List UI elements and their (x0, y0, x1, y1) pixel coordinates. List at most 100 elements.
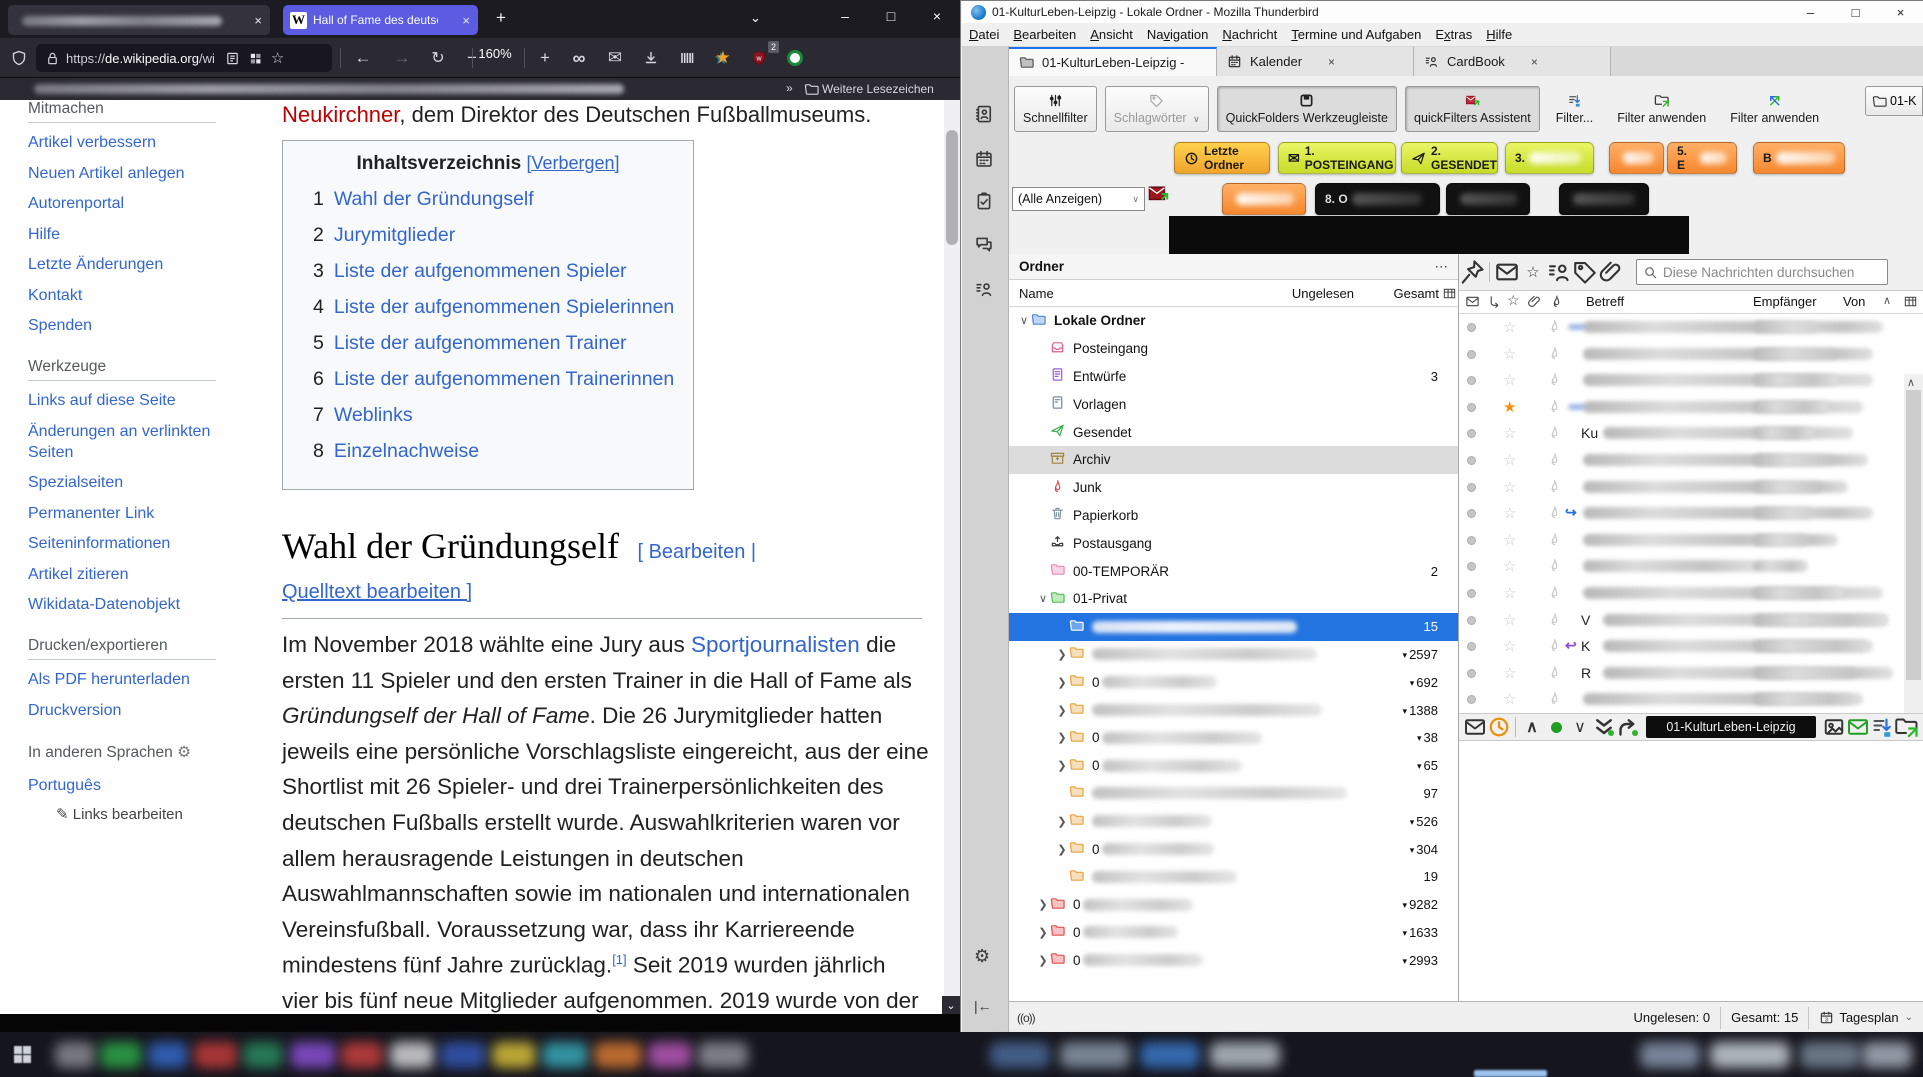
column-attachment-icon[interactable] (1527, 294, 1542, 309)
message-row[interactable]: ☆R (1459, 660, 1904, 687)
star-icon[interactable]: ☆ (1503, 637, 1516, 655)
quickfolders-corner-button[interactable]: 01-K (1865, 86, 1923, 116)
quickfilter-clip-button[interactable] (1598, 260, 1624, 284)
quickfolder-tab-letzte-ordner[interactable]: Letzte Ordner (1174, 142, 1270, 174)
sidebar-link[interactable]: Als PDF herunterladen (28, 669, 228, 690)
read-indicator-icon[interactable] (1467, 695, 1476, 704)
star-icon[interactable]: ☆ (1503, 584, 1516, 602)
read-indicator-icon[interactable] (1467, 350, 1476, 359)
toc-link[interactable]: Einzelnachweise (334, 440, 479, 462)
toc-link[interactable]: Liste der aufgenommenen Trainer (334, 332, 627, 354)
recent-folders-icon[interactable] (1487, 716, 1511, 738)
edit-section-link[interactable]: [ Bearbeiten | (637, 541, 756, 563)
folder-row-redacted[interactable]: ❯0▾9282 (1009, 891, 1458, 919)
highlights-grid-icon[interactable] (248, 51, 263, 66)
star-icon[interactable]: ☆ (1503, 371, 1516, 389)
junk-icon[interactable] (1547, 585, 1562, 600)
star-icon[interactable]: ★ (1503, 398, 1516, 416)
expander-icon[interactable]: ❯ (1036, 898, 1050, 911)
sidebar-link[interactable]: Links auf diese Seite (28, 390, 228, 411)
sidebar-link[interactable]: Änderungen an verlinkten Seiten (28, 421, 228, 463)
column-junk-icon[interactable] (1549, 294, 1564, 309)
read-indicator-icon[interactable] (1467, 403, 1476, 412)
expander-icon[interactable]: ❯ (1036, 954, 1050, 967)
expander-icon[interactable]: ∨ (1017, 314, 1031, 327)
toolbar-button-quickfilters-assistent[interactable]: quickFilters Assistent (1405, 86, 1540, 132)
message-display-icon[interactable] (1822, 716, 1846, 738)
forward-icon[interactable]: → (389, 46, 415, 70)
sidebar-link[interactable]: Spenden (28, 315, 228, 336)
star-icon[interactable]: ☆ (1503, 345, 1516, 363)
quickfolder-tab-5-e[interactable]: 5. E (1667, 142, 1737, 174)
toc-hide-link[interactable]: [Verbergen] (526, 153, 619, 173)
windows-start-icon[interactable] (14, 1046, 31, 1063)
languages-gear-icon[interactable]: ⚙ (177, 744, 191, 761)
menu-datei[interactable]: Datei (962, 25, 1006, 44)
read-indicator-icon[interactable] (1467, 642, 1476, 651)
tagesplan-arrow-icon[interactable]: ⌄ (1905, 1012, 1913, 1023)
sidebar-link[interactable]: Seiteninformationen (28, 533, 228, 554)
read-indicator-icon[interactable] (1467, 456, 1476, 465)
junk-icon[interactable] (1547, 691, 1562, 706)
filter-folder-icon[interactable] (1894, 716, 1918, 738)
column-thread-icon[interactable] (1487, 294, 1502, 309)
star-icon[interactable]: ☆ (1503, 531, 1516, 549)
junk-icon[interactable] (1547, 372, 1562, 387)
message-row[interactable]: ☆V (1459, 607, 1904, 634)
sidebar-link[interactable]: Druckversion (28, 700, 228, 721)
folder-row-redacted[interactable]: ❯0▾1633 (1009, 919, 1458, 947)
column-recipient[interactable]: Empfänger (1753, 294, 1817, 309)
sidebar-link[interactable]: Kontakt (28, 285, 228, 306)
quickfilter-contacts-button[interactable] (1546, 260, 1572, 284)
quickfolders-category-dropdown[interactable]: (Alle Anzeigen)∨ (1012, 187, 1145, 211)
folder-row-gesendet[interactable]: Gesendet (1009, 418, 1458, 446)
window-maximize-button[interactable]: □ (868, 0, 914, 32)
reference-link[interactable]: [1] (612, 952, 626, 967)
quickfilter-pin-button[interactable] (1459, 260, 1485, 284)
reload-icon[interactable]: ↻ (425, 46, 451, 70)
read-indicator-icon[interactable] (1467, 562, 1476, 571)
quickfolder-tab-b[interactable]: B (1753, 142, 1845, 174)
message-row[interactable]: ☆ (1459, 686, 1904, 713)
tb-tab-cardbook[interactable]: CardBook× (1414, 47, 1611, 76)
tracking-shield-icon[interactable] (6, 46, 32, 70)
message-row[interactable]: ☆↩K (1459, 633, 1904, 660)
sidebar-link[interactable]: Autorenportal (28, 193, 228, 214)
quickfolder-tab-8-o[interactable]: 8. O (1315, 183, 1440, 215)
column-subject[interactable]: Betreff (1586, 294, 1624, 309)
menu-nachricht[interactable]: Nachricht (1215, 25, 1284, 44)
quickfilter-star-button[interactable]: ☆ (1520, 260, 1546, 284)
message-row[interactable]: ☆ (1459, 367, 1904, 394)
menu-extras[interactable]: Extras (1428, 25, 1479, 44)
download-icon[interactable] (638, 46, 664, 70)
expander-icon[interactable]: ❯ (1036, 926, 1050, 939)
folder-pane-menu-icon[interactable]: ⋯ (1435, 259, 1449, 275)
message-row[interactable]: ☆ (1459, 580, 1904, 607)
read-indicator-icon[interactable] (1467, 616, 1476, 625)
junk-icon[interactable] (1547, 346, 1562, 361)
junk-icon[interactable] (1547, 399, 1562, 414)
read-indicator-icon[interactable] (1467, 323, 1476, 332)
quickfolder-tab-redacted[interactable] (1222, 183, 1306, 215)
tab-close-icon[interactable]: × (254, 13, 262, 28)
sidebar-link[interactable]: Artikel zitieren (28, 564, 228, 585)
tab-close-icon[interactable]: × (1328, 55, 1335, 69)
folder-row-redacted[interactable]: ❯0▾304 (1009, 835, 1458, 863)
folder-row-entw-rfe[interactable]: Entwürfe3 (1009, 363, 1458, 391)
quickfilter-tag-button[interactable] (1572, 260, 1598, 284)
star-icon[interactable]: ☆ (1503, 611, 1516, 629)
filter-list-icon[interactable] (1870, 716, 1894, 738)
scroll-up-icon[interactable]: ∧ (1907, 376, 1915, 389)
addressbook-strip-icon[interactable] (974, 104, 996, 126)
toolbar-button-filter-anwenden[interactable]: Filter anwenden (1722, 86, 1827, 132)
star-extension-icon[interactable]: ★ (710, 46, 736, 70)
expander-icon[interactable]: ❯ (1055, 731, 1069, 744)
toolbar-button-schlagw-rter[interactable]: Schlagwörter ∨ (1105, 86, 1209, 132)
star-icon[interactable]: ☆ (1503, 478, 1516, 496)
column-from[interactable]: Von (1843, 294, 1865, 309)
quickfolder-tab-redacted[interactable] (1559, 183, 1649, 215)
junk-icon[interactable] (1547, 425, 1562, 440)
quickfilters-mail-icon[interactable] (1846, 716, 1870, 738)
sidebar-link[interactable]: Wikidata-Datenobjekt (28, 594, 228, 615)
browser-scrollbar[interactable]: ⌄ (944, 100, 960, 1014)
